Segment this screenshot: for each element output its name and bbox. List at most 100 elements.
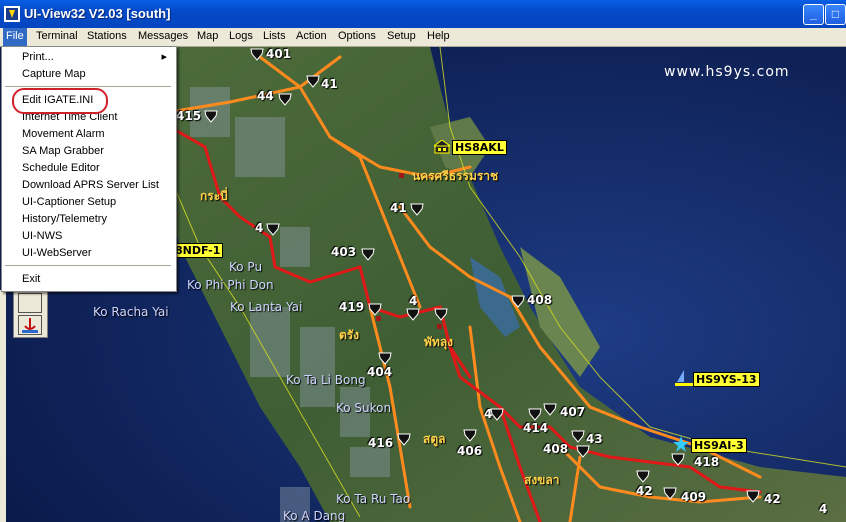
route-number: 408 — [527, 293, 553, 307]
highway-shield-icon — [463, 429, 477, 442]
menu-options[interactable]: Options — [335, 28, 379, 46]
place-label: Ko Sukon — [336, 401, 392, 415]
station-callsign[interactable]: 8NDF-1 — [172, 243, 224, 258]
menu-separator — [5, 86, 171, 87]
highway-shield-icon — [278, 93, 292, 106]
route-number: 4 — [409, 294, 418, 308]
thai-label: กระบี่ — [200, 189, 228, 203]
highway-shield-icon — [306, 75, 320, 88]
thai-label: ตรัง — [339, 328, 360, 342]
app-icon — [4, 6, 20, 22]
place-label: Ko A Dang — [283, 509, 346, 522]
title-bar: UI-View32 V2.03 [south] _ □ — [0, 0, 846, 28]
station-boat-icon[interactable] — [675, 370, 693, 386]
menu-item-ui-nws[interactable]: UI-NWS — [3, 228, 173, 245]
menu-terminal[interactable]: Terminal — [33, 28, 81, 46]
menu-item-schedule-editor[interactable]: Schedule Editor — [3, 160, 173, 177]
menu-separator — [5, 265, 171, 266]
thai-label: สงขลา — [524, 473, 560, 487]
highway-shield-icon — [266, 223, 280, 236]
highway-shield-icon — [543, 403, 557, 416]
menu-item-download-aprs-server-list[interactable]: Download APRS Server List — [3, 177, 173, 194]
highway-shield-icon — [397, 433, 411, 446]
route-number: 408 — [543, 442, 569, 456]
route-number: 414 — [523, 421, 549, 435]
route-number: 42 — [636, 484, 653, 498]
station-star-icon[interactable] — [673, 436, 689, 452]
left-frame — [0, 290, 6, 522]
menu-item-sa-map-grabber[interactable]: SA Map Grabber — [3, 143, 173, 160]
city-marker-icon — [437, 324, 442, 329]
highway-shield-icon — [361, 248, 375, 261]
highway-shield-icon — [204, 110, 218, 123]
route-number: 4 — [819, 502, 828, 516]
highway-shield-icon — [576, 445, 590, 458]
highway-shield-icon — [410, 203, 424, 216]
watermark-text: www.hs9ys.com — [664, 64, 790, 80]
place-label: Ko Ta Li Bong — [286, 373, 366, 387]
menu-action[interactable]: Action — [293, 28, 330, 46]
city-marker-icon — [399, 173, 404, 178]
highway-shield-icon — [406, 308, 420, 321]
thai-label: สตูล — [423, 432, 446, 446]
menu-help[interactable]: Help — [424, 28, 453, 46]
menu-stations[interactable]: Stations — [84, 28, 130, 46]
highlight-circle — [12, 88, 108, 114]
menu-item-capture-map[interactable]: Capture Map — [3, 66, 173, 83]
menu-bar: File Terminal Stations Messages Map Logs… — [0, 28, 846, 47]
route-number: 44 — [257, 89, 274, 103]
route-number: 419 — [339, 300, 365, 314]
menu-file[interactable]: File — [3, 28, 27, 46]
place-label: Ko Phi Phi Don — [187, 278, 274, 292]
station-house-icon[interactable] — [434, 140, 450, 154]
highway-shield-icon — [571, 430, 585, 443]
place-label: Ko Pu — [229, 260, 263, 274]
menu-messages[interactable]: Messages — [135, 28, 191, 46]
highway-shield-icon — [671, 453, 685, 466]
place-label: Ko Racha Yai — [93, 305, 169, 319]
highway-shield-icon — [378, 352, 392, 365]
maximize-button[interactable]: □ — [825, 4, 846, 25]
place-label: Ko Lanta Yai — [230, 300, 303, 314]
route-number: 407 — [560, 405, 586, 419]
highway-shield-icon — [663, 487, 677, 500]
route-number: 4 — [255, 221, 264, 235]
tool-button[interactable] — [18, 293, 42, 313]
station-callsign[interactable]: HS9YS-13 — [693, 372, 760, 387]
minimize-button[interactable]: _ — [803, 4, 824, 25]
highway-shield-icon — [636, 470, 650, 483]
station-callsign[interactable]: HS8AKL — [452, 140, 507, 155]
submenu-arrow-icon: ▸ — [161, 51, 167, 63]
menu-item-ui-captioner-setup[interactable]: UI-Captioner Setup — [3, 194, 173, 211]
route-number: 415 — [176, 109, 202, 123]
tool-button[interactable] — [18, 315, 42, 335]
highway-shield-icon — [434, 308, 448, 321]
highway-shield-icon — [490, 408, 504, 421]
menu-logs[interactable]: Logs — [226, 28, 256, 46]
menu-item-history-telemetry[interactable]: History/Telemetry — [3, 211, 173, 228]
menu-lists[interactable]: Lists — [260, 28, 289, 46]
route-number: 404 — [367, 365, 393, 379]
menu-item-ui-webserver[interactable]: UI-WebServer — [3, 245, 173, 262]
route-number: 401 — [266, 47, 292, 61]
route-number: 41 — [390, 201, 407, 215]
city-marker-icon — [376, 316, 381, 321]
window-title: UI-View32 V2.03 [south] — [24, 6, 171, 21]
place-label: Ko Ta Ru Tao — [336, 492, 411, 506]
highway-shield-icon — [511, 295, 525, 308]
route-number: 42 — [764, 492, 781, 506]
menu-item-movement-alarm[interactable]: Movement Alarm — [3, 126, 173, 143]
station-callsign[interactable]: HS9AI-3 — [691, 438, 747, 453]
menu-setup[interactable]: Setup — [384, 28, 419, 46]
route-number: 41 — [321, 77, 338, 91]
highway-shield-icon — [528, 408, 542, 421]
route-number: 416 — [368, 436, 394, 450]
anchor-icon — [22, 318, 38, 333]
menu-item-print[interactable]: Print... ▸ — [3, 49, 173, 66]
route-number: 43 — [586, 432, 603, 446]
route-number: 403 — [331, 245, 357, 259]
menu-map[interactable]: Map — [194, 28, 221, 46]
menu-item-exit[interactable]: Exit — [3, 271, 173, 288]
route-number: 418 — [694, 455, 720, 469]
route-number: 406 — [457, 444, 483, 458]
